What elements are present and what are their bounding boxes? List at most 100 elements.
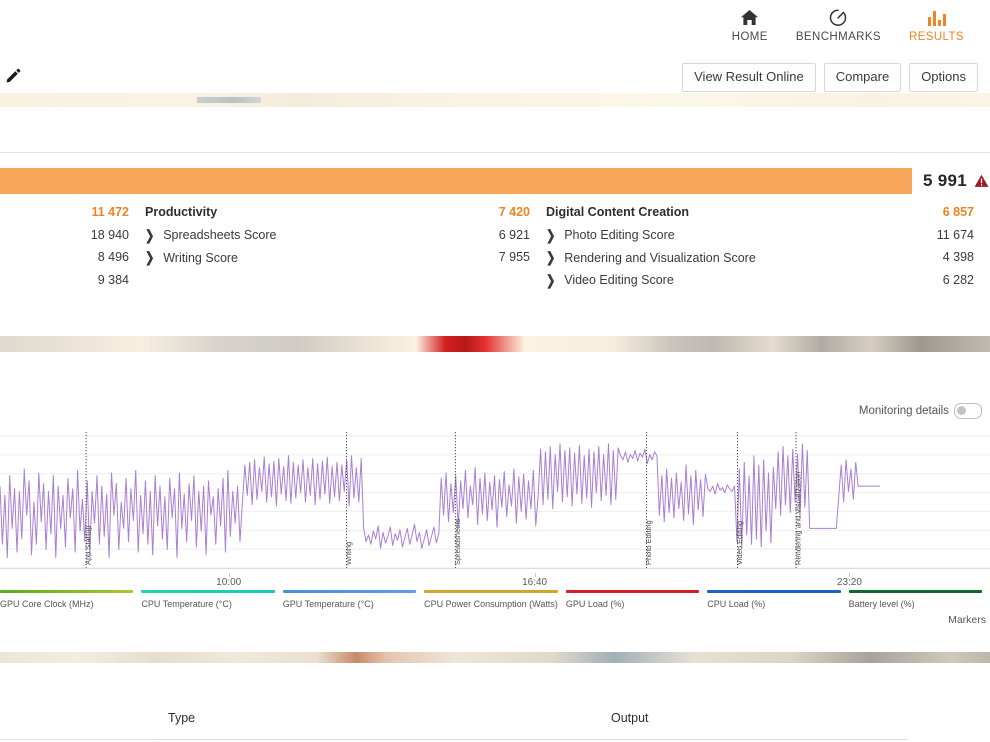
nav-items: HOME BENCHMARKS RESULTS (718, 6, 978, 43)
spreadsheets-score-value: 18 940 (90, 227, 129, 242)
column-header-output: Output (611, 711, 649, 725)
legend-item-1[interactable]: CPU Temperature (°C) (141, 590, 282, 616)
spreadsheets-score-label: Spreadsheets Score (163, 228, 277, 242)
table-divider-left (0, 739, 157, 740)
nav-label-results: RESULTS (909, 31, 964, 43)
legend-label: CPU Load (%) (707, 599, 766, 609)
chevron-right-icon[interactable]: ❯ (546, 227, 555, 243)
nav-label-benchmarks: BENCHMARKS (795, 31, 881, 43)
chart-x-axis: 10:00 16:40 23:20 (0, 573, 990, 591)
photo-editing-score-left: 6 921 (498, 227, 530, 242)
monitoring-details-control[interactable]: Monitoring details (859, 403, 982, 419)
legend-color-bar (282, 590, 417, 593)
legend-item-4[interactable]: GPU Load (%) (565, 590, 707, 616)
overall-score-value: 5 991 (923, 171, 968, 190)
legend-label: GPU Core Clock (MHz) (0, 599, 94, 609)
dcc-score-right: 6 857 (942, 205, 974, 219)
legend-item-5[interactable]: CPU Load (%) (707, 590, 848, 616)
third-score-value: 9 384 (97, 272, 129, 287)
legend-color-bar (707, 590, 841, 593)
rendering-score-right: 4 398 (942, 250, 974, 264)
speedometer-icon (828, 6, 848, 28)
monitoring-details-toggle[interactable] (954, 403, 982, 419)
legend-item-3[interactable]: CPU Power Consumption (Watts) (424, 590, 566, 616)
home-icon (740, 6, 759, 28)
legend-color-bar (848, 590, 982, 593)
chart-marker-label: Rendering and Visualization (794, 472, 803, 565)
productivity-score: 11 472 (91, 205, 129, 219)
rendering-score-left: 7 955 (498, 250, 530, 264)
dcc-label: Digital Content Creation (546, 205, 690, 219)
top-navigation: HOME BENCHMARKS RESULTS (0, 0, 990, 56)
legend-label: CPU Power Consumption (Watts) (424, 599, 558, 609)
overall-score-bar (0, 168, 912, 194)
legend-label: GPU Load (%) (565, 599, 625, 609)
legend-label: Battery level (%) (848, 599, 915, 609)
warning-triangle-icon[interactable] (974, 174, 989, 188)
legend-color-bar (565, 590, 700, 593)
legend-color-bar (141, 590, 275, 593)
dcc-score-left: 7 420 (498, 205, 530, 219)
monitoring-details-label: Monitoring details (858, 405, 949, 417)
spreadsheets-score-row[interactable]: ❯ Spreadsheets Score (129, 227, 454, 243)
legend-item-0[interactable]: GPU Core Clock (MHz) (0, 590, 141, 616)
rendering-score-label: Rendering and Visualization Score (564, 250, 756, 265)
x-axis-tick-label: 16:40 (522, 577, 548, 588)
options-button[interactable]: Options (909, 63, 978, 93)
nav-item-benchmarks[interactable]: BENCHMARKS (782, 6, 895, 43)
score-breakdown: 11 472 Productivity 7 420 Digital Conten… (0, 205, 990, 295)
rendering-score-row[interactable]: ❯ Rendering and Visualization Score (530, 249, 886, 266)
chart-marker-label: Photo Editing (644, 520, 653, 565)
nav-item-home[interactable]: HOME (718, 6, 782, 43)
chevron-right-icon[interactable]: ❯ (546, 272, 555, 288)
score-row: 8 496 ❯ Writing Score 7 955 ❯ Rendering … (0, 250, 990, 273)
x-axis-tick-label: 10:00 (216, 577, 242, 588)
chart-marker-label: Video Editing (735, 521, 744, 565)
table-divider (157, 739, 909, 740)
writing-score-value: 8 496 (97, 250, 129, 264)
pencil-icon[interactable] (4, 67, 22, 85)
chevron-right-icon[interactable]: ❯ (145, 227, 154, 243)
chart-marker-label: App Startup (84, 525, 93, 565)
writing-score-row[interactable]: ❯ Writing Score (129, 249, 454, 266)
video-editing-score-row[interactable]: ❯ Video Editing Score (530, 272, 886, 288)
chart-marker-label: Spreadsheets (453, 518, 462, 565)
video-editing-score-right: 6 282 (942, 272, 974, 287)
chart-legend: GPU Core Clock (MHz) CPU Temperature (°C)… (0, 590, 990, 616)
action-toolbar: View Result Online Compare Options (682, 63, 978, 93)
overall-score-bar-row: 5 991 (0, 166, 990, 196)
video-editing-score-label: Video Editing Score (564, 273, 674, 287)
legend-label: GPU Temperature (°C) (282, 599, 374, 609)
monitoring-chart-svg: App Startup Writing Spreadsheets Photo Edit… (0, 432, 990, 569)
legend-item-2[interactable]: GPU Temperature (°C) (282, 590, 424, 616)
legend-label: CPU Temperature (°C) (141, 599, 232, 609)
chevron-right-icon[interactable]: ❯ (145, 249, 154, 266)
result-page: HOME BENCHMARKS RESULTS View Result Onli… (0, 0, 990, 742)
markers-label[interactable]: Markers (948, 614, 986, 626)
legend-color-bar (424, 590, 558, 593)
legend-color-bar (0, 590, 134, 593)
score-group-header-row: 11 472 Productivity 7 420 Digital Conten… (0, 205, 990, 228)
nav-item-results[interactable]: RESULTS (895, 6, 978, 43)
monitoring-chart[interactable]: App Startup Writing Spreadsheets Photo Edit… (0, 432, 990, 575)
divider-top (0, 152, 990, 153)
compare-button[interactable]: Compare (823, 63, 902, 93)
legend-item-6[interactable]: Battery level (%) (848, 590, 990, 616)
photo-editing-score-row[interactable]: ❯ Photo Editing Score (530, 227, 886, 243)
collapsed-header-image (0, 93, 990, 107)
score-row: 18 940 ❯ Spreadsheets Score 6 921 ❯ Phot… (0, 228, 990, 251)
writing-score-label: Writing Score (163, 250, 239, 265)
collapsed-system-image (0, 336, 990, 352)
photo-editing-score-label: Photo Editing Score (564, 228, 675, 242)
x-axis-tick-label: 23:20 (836, 577, 862, 588)
view-result-online-button[interactable]: View Result Online (682, 63, 816, 93)
chevron-right-icon[interactable]: ❯ (546, 249, 555, 266)
bar-chart-icon (927, 6, 946, 28)
collapsed-footer-image (0, 652, 990, 663)
score-row: 9 384 ❯ Video Editing Score 6 282 (0, 273, 990, 296)
chart-marker-label: Writing (344, 542, 353, 565)
productivity-label: Productivity (145, 205, 218, 219)
photo-editing-score-right: 11 674 (936, 227, 974, 242)
column-header-type: Type (168, 711, 196, 725)
nav-label-home: HOME (731, 31, 768, 43)
